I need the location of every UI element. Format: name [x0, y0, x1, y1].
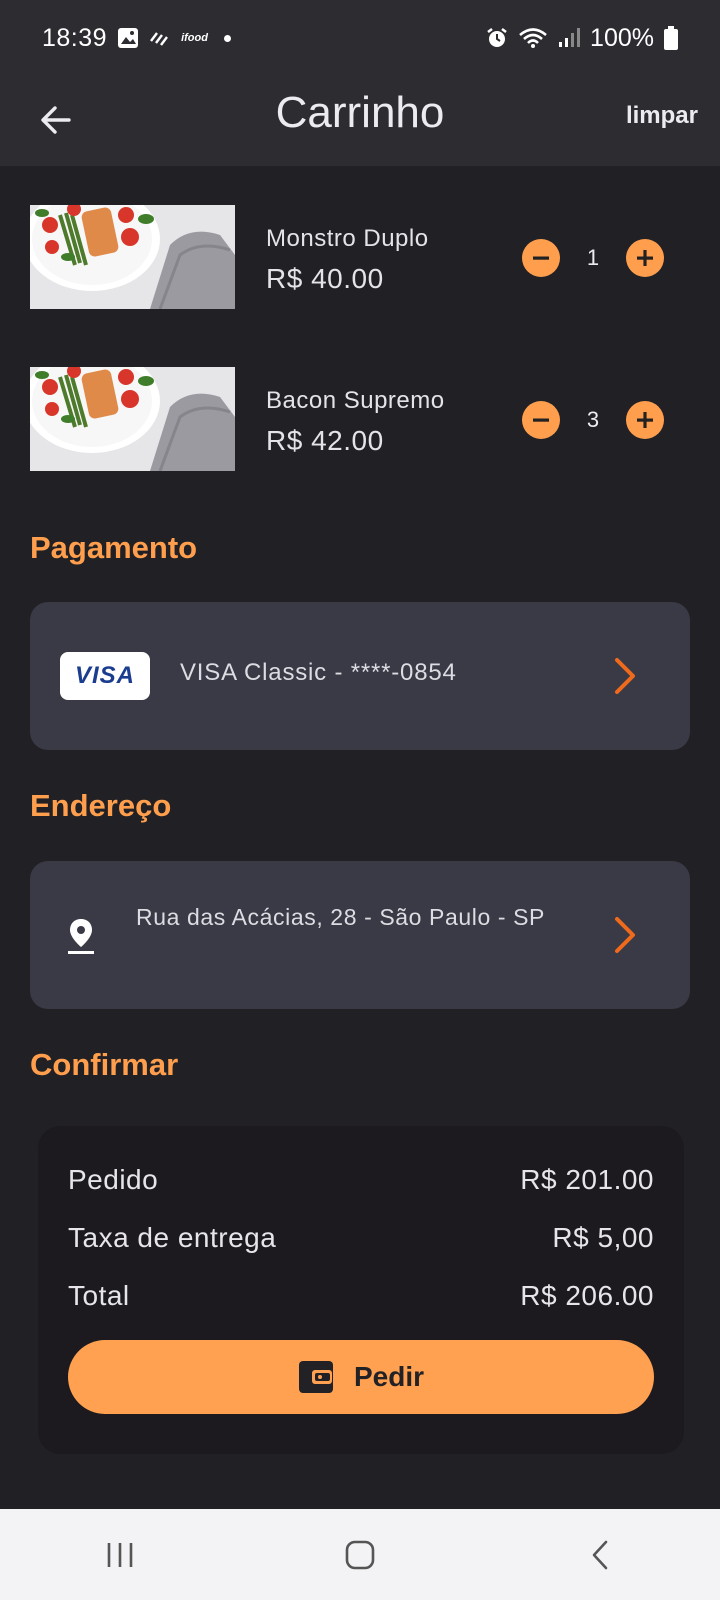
- decrease-quantity-button[interactable]: [522, 239, 560, 277]
- plus-icon: [637, 412, 653, 428]
- wifi-icon: [518, 27, 548, 49]
- stripes-icon: [149, 29, 171, 47]
- summary-label: Pedido: [68, 1164, 159, 1195]
- order-summary: Pedido R$ 201.00 Taxa de entrega R$ 5,00…: [38, 1126, 684, 1454]
- summary-row-subtotal: Pedido R$ 201.00: [68, 1164, 654, 1196]
- ifood-icon: ifood: [181, 32, 208, 44]
- place-order-label: Pedir: [353, 1361, 425, 1392]
- item-name: Monstro Duplo: [266, 225, 429, 252]
- system-back-button[interactable]: [560, 1525, 640, 1585]
- place-order-button[interactable]: Pedir: [68, 1340, 654, 1414]
- visa-logo: VISA: [60, 652, 150, 700]
- minus-icon: [533, 256, 549, 260]
- increase-quantity-button[interactable]: [626, 401, 664, 439]
- home-button[interactable]: [320, 1525, 400, 1585]
- signal-icon: [558, 27, 581, 49]
- summary-value: R$ 5,00: [552, 1222, 654, 1253]
- chevron-right-icon: [615, 917, 635, 953]
- status-bar-left: 18:39 ifood: [42, 24, 231, 53]
- clear-cart-button[interactable]: limpar: [626, 102, 698, 130]
- address-card[interactable]: Rua das Acácias, 28 - São Paulo - SP: [30, 861, 690, 1009]
- payment-card-label: VISA Classic - ****-0854: [180, 659, 457, 686]
- gallery-icon: [117, 27, 139, 49]
- summary-row-total: Total R$ 206.00: [68, 1280, 654, 1312]
- recent-apps-icon: [107, 1542, 133, 1567]
- clock: 18:39: [42, 23, 108, 52]
- item-price: R$ 42.00: [266, 425, 384, 456]
- recent-apps-button[interactable]: [80, 1525, 160, 1585]
- plus-icon: [637, 250, 653, 266]
- wallet-icon: [298, 1361, 333, 1393]
- chevron-left-icon: [592, 1540, 608, 1569]
- food-image: [30, 367, 235, 471]
- payment-section-title: Pagamento: [30, 530, 198, 565]
- alarm-icon: [486, 27, 508, 49]
- home-icon: [345, 1540, 375, 1569]
- status-bar-right: 100%: [486, 24, 678, 53]
- summary-value: R$ 206.00: [520, 1280, 654, 1311]
- address-text: Rua das Acácias, 28 - São Paulo - SP: [136, 904, 545, 930]
- summary-label: Total: [68, 1280, 130, 1311]
- dot-icon: [223, 34, 231, 42]
- system-nav-bar: [0, 1509, 720, 1600]
- summary-label: Taxa de entrega: [68, 1222, 277, 1253]
- minus-icon: [533, 418, 549, 422]
- increase-quantity-button[interactable]: [626, 239, 664, 277]
- chevron-right-icon: [615, 658, 635, 694]
- confirm-section-title: Confirmar: [30, 1047, 179, 1082]
- item-price: R$ 40.00: [266, 263, 384, 294]
- food-image: [30, 205, 235, 309]
- page-title: Carrinho: [275, 88, 445, 137]
- battery-icon: [664, 26, 678, 50]
- cart-item: Monstro Duplo R$ 40.00 1: [30, 205, 670, 311]
- summary-row-delivery-fee: Taxa de entrega R$ 5,00: [68, 1222, 654, 1254]
- summary-value: R$ 201.00: [520, 1164, 654, 1195]
- status-bar: 18:39 ifood 100%: [0, 0, 720, 76]
- address-section-title: Endereço: [30, 788, 172, 823]
- battery-level: 100%: [590, 23, 654, 52]
- decrease-quantity-button[interactable]: [522, 401, 560, 439]
- payment-card[interactable]: VISA VISA Classic - ****-0854: [30, 602, 690, 750]
- location-pin-icon: [68, 919, 94, 954]
- quantity-value: 3: [586, 407, 600, 432]
- item-name: Bacon Supremo: [266, 387, 445, 414]
- cart-item: Bacon Supremo R$ 42.00 3: [30, 367, 670, 473]
- quantity-value: 1: [586, 245, 600, 270]
- app-bar: Carrinho limpar: [0, 76, 720, 166]
